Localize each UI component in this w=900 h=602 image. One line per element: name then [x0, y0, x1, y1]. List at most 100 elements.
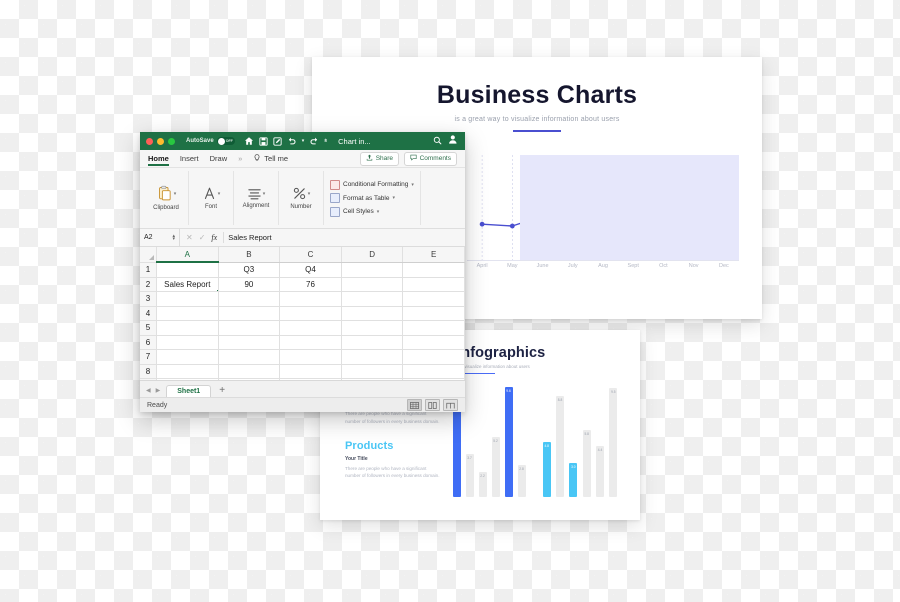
comments-button[interactable]: Comments	[404, 151, 457, 166]
conditional-formatting-button[interactable]: Conditional Formatting ▾	[330, 179, 414, 190]
cell-A1[interactable]	[156, 262, 219, 278]
cell-C1[interactable]: Q4	[279, 262, 342, 278]
formula-bar-input[interactable]: Sales Report	[223, 232, 272, 243]
title-bar-right-actions[interactable]	[433, 132, 459, 150]
chevron-down-icon[interactable]: ▾	[411, 182, 414, 188]
chevron-down-icon[interactable]: ▾	[392, 195, 395, 201]
cell-B6[interactable]	[218, 335, 281, 350]
cell-B7[interactable]	[218, 349, 281, 365]
maximize-icon[interactable]	[168, 137, 175, 145]
formula-bar[interactable]: A2 ▴ ▾ ✕ ✓ fx Sales Report	[140, 229, 465, 247]
spreadsheet-grid[interactable]: ABCDE1Q3Q42Sales Report90763456789	[140, 247, 465, 380]
row-header-4[interactable]: 4	[140, 306, 157, 321]
insert-function-icon[interactable]: fx	[211, 233, 217, 242]
cell-B1[interactable]: Q3	[218, 262, 281, 278]
row-header-3[interactable]: 3	[140, 291, 157, 307]
column-header-D[interactable]: D	[341, 247, 404, 263]
name-box-stepper[interactable]: ▴ ▾	[172, 233, 175, 241]
ribbon[interactable]: ▾ Clipboard ▾ Font ▾ Alignment ▾ Number …	[140, 168, 465, 229]
cell-E7[interactable]	[402, 349, 465, 365]
cell-A7[interactable]	[156, 349, 219, 365]
edit-icon[interactable]	[273, 136, 282, 146]
tab-home[interactable]: Home	[148, 154, 169, 166]
more-tabs-icon[interactable]: »	[238, 154, 242, 163]
cell-C5[interactable]	[279, 320, 342, 336]
search-icon[interactable]	[433, 132, 442, 150]
undo-icon[interactable]	[287, 136, 297, 146]
select-all-corner[interactable]	[140, 247, 157, 263]
row-header-2[interactable]: 2	[140, 277, 157, 292]
share-button[interactable]: Share	[360, 151, 400, 166]
home-icon[interactable]	[244, 136, 254, 146]
column-header-E[interactable]: E	[402, 247, 465, 263]
cell-D8[interactable]	[341, 364, 404, 379]
chevron-down-icon[interactable]: ▾	[218, 191, 221, 197]
cell-styles-button[interactable]: Cell Styles ▾	[330, 206, 414, 217]
row-header-9[interactable]: 9	[140, 378, 157, 380]
row-header-6[interactable]: 6	[140, 335, 157, 350]
cell-C6[interactable]	[279, 335, 342, 350]
page-break-view-icon[interactable]	[443, 399, 458, 411]
format-as-table-button[interactable]: Format as Table ▾	[330, 193, 414, 203]
cell-B8[interactable]	[218, 364, 281, 379]
ribbon-right-actions[interactable]: Share Comments	[360, 151, 457, 166]
tab-draw[interactable]: Draw	[210, 154, 228, 163]
chevron-down-icon[interactable]: ▾	[377, 209, 380, 215]
account-icon[interactable]	[448, 132, 459, 150]
previous-sheet-icon[interactable]: ◀	[146, 387, 151, 394]
cell-B3[interactable]	[218, 291, 281, 307]
cell-C9[interactable]	[279, 378, 342, 380]
cell-A8[interactable]	[156, 364, 219, 379]
sheet-nav-arrows[interactable]: ◀ ▶	[144, 387, 164, 397]
cell-D6[interactable]	[341, 335, 404, 350]
ribbon-group-alignment[interactable]: ▾ Alignment	[234, 171, 279, 225]
cell-B9[interactable]	[218, 378, 281, 380]
excel-window[interactable]: AutoSave OFF ▾ ⩲ Chart in... Home Insert…	[140, 132, 465, 412]
cell-C2[interactable]: 76	[279, 277, 342, 292]
cell-E5[interactable]	[402, 320, 465, 336]
save-icon[interactable]	[259, 136, 268, 146]
cell-E1[interactable]	[402, 262, 465, 278]
add-sheet-button[interactable]: +	[213, 385, 231, 397]
minimize-icon[interactable]	[157, 137, 164, 145]
sheet-tab-bar[interactable]: ◀ ▶ Sheet1 +	[140, 380, 465, 397]
window-controls[interactable]	[146, 137, 175, 145]
tab-insert[interactable]: Insert	[180, 154, 199, 163]
cell-D4[interactable]	[341, 306, 404, 321]
ribbon-group-clipboard[interactable]: ▾ Clipboard	[144, 171, 189, 225]
normal-view-icon[interactable]	[407, 399, 422, 411]
tell-me-button[interactable]: Tell me	[253, 153, 288, 164]
chevron-down-icon[interactable]: ▾	[302, 138, 305, 144]
ribbon-group-number[interactable]: ▾ Number	[279, 171, 324, 225]
cell-E8[interactable]	[402, 364, 465, 379]
ribbon-tab-strip[interactable]: Home Insert Draw » Tell me Share Comment…	[140, 150, 465, 168]
page-layout-view-icon[interactable]	[425, 399, 440, 411]
cell-A4[interactable]	[156, 306, 219, 321]
next-sheet-icon[interactable]: ▶	[156, 387, 161, 394]
cell-E2[interactable]	[402, 277, 465, 292]
customize-toolbar-icon[interactable]: ⩲	[324, 138, 327, 144]
chevron-down-icon[interactable]: ▾	[263, 191, 266, 197]
column-header-B[interactable]: B	[218, 247, 281, 263]
cell-A5[interactable]	[156, 320, 219, 336]
row-header-5[interactable]: 5	[140, 320, 157, 336]
autosave-switch[interactable]: OFF	[216, 137, 235, 145]
cell-C7[interactable]	[279, 349, 342, 365]
row-header-1[interactable]: 1	[140, 262, 157, 278]
ribbon-group-styles[interactable]: Conditional Formatting ▾ Format as Table…	[324, 171, 421, 225]
cell-C8[interactable]	[279, 364, 342, 379]
cell-D5[interactable]	[341, 320, 404, 336]
bar-chart[interactable]: 8.2 3.7 2.2 5.2 9.6 2.8 4.8 8.8 3.0 5.8 4.4 9.5	[450, 382, 620, 497]
cell-E4[interactable]	[402, 306, 465, 321]
column-header-A[interactable]: A	[156, 247, 219, 263]
cell-C3[interactable]	[279, 291, 342, 307]
cell-B4[interactable]	[218, 306, 281, 321]
cell-D2[interactable]	[341, 277, 404, 292]
cell-B2[interactable]: 90	[218, 277, 281, 292]
cell-D1[interactable]	[341, 262, 404, 278]
quick-access-toolbar[interactable]: ▾ ⩲	[244, 136, 327, 146]
cell-D7[interactable]	[341, 349, 404, 365]
autosave-toggle[interactable]: AutoSave OFF	[186, 137, 235, 145]
confirm-icon[interactable]: ✓	[199, 233, 206, 242]
cell-D9[interactable]	[341, 378, 404, 380]
